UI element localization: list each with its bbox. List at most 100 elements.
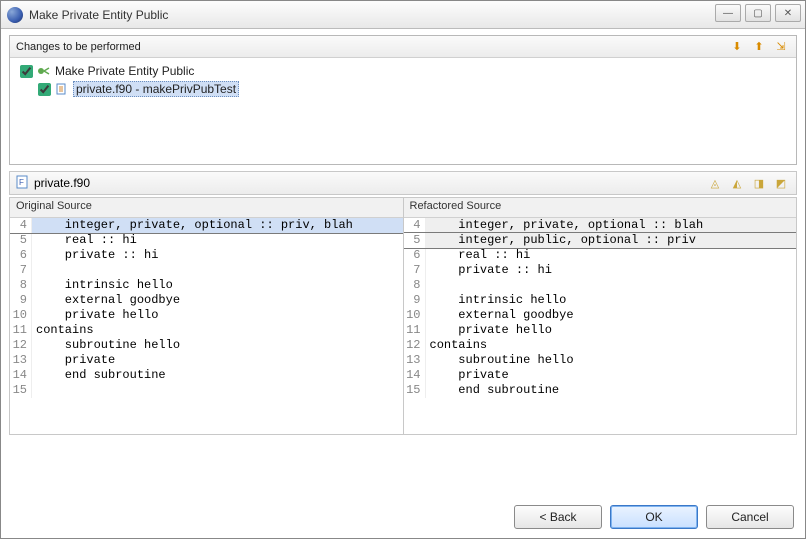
code-line[interactable]: 4 integer, private, optional :: priv, bl… [10, 218, 403, 233]
line-number: 8 [404, 278, 426, 293]
tree-checkbox[interactable] [20, 65, 33, 78]
code-text: contains [32, 323, 94, 338]
line-number: 11 [10, 323, 32, 338]
code-line[interactable]: 15 end subroutine [404, 383, 797, 398]
code-line[interactable]: 13 private [10, 353, 403, 368]
line-number: 8 [10, 278, 32, 293]
code-line[interactable]: 7 [10, 263, 403, 278]
code-line[interactable]: 11contains [10, 323, 403, 338]
code-line[interactable]: 15 [10, 383, 403, 398]
code-text: integer, private, optional :: blah [426, 218, 704, 233]
code-text: private [426, 368, 509, 383]
code-text: integer, public, optional :: priv [426, 233, 696, 248]
code-text: real :: hi [32, 233, 137, 248]
minimize-button[interactable]: — [715, 4, 741, 22]
prev-change-icon[interactable]: ⬆ [750, 38, 768, 56]
tree-item-file[interactable]: private.f90 - makePrivPubTest [16, 80, 790, 98]
code-line[interactable]: 11 private hello [404, 323, 797, 338]
code-line[interactable]: 10 private hello [10, 308, 403, 323]
code-line[interactable]: 4 integer, private, optional :: blah [404, 218, 797, 233]
code-text [32, 383, 36, 398]
code-text: private [32, 353, 115, 368]
code-text: end subroutine [426, 383, 560, 398]
line-number: 11 [404, 323, 426, 338]
tree-item-root[interactable]: Make Private Entity Public [16, 62, 790, 80]
window-buttons: — ▢ ✕ [715, 4, 801, 22]
code-text: subroutine hello [426, 353, 574, 368]
code-text: real :: hi [426, 248, 531, 263]
ok-button[interactable]: OK [610, 505, 698, 529]
line-number: 7 [404, 263, 426, 278]
code-text: private hello [32, 308, 158, 323]
changes-toolbar: ⬇ ⬆ ⇲ [728, 38, 790, 56]
line-number: 5 [404, 233, 426, 248]
code-text: external goodbye [32, 293, 180, 308]
line-number: 9 [10, 293, 32, 308]
code-text: intrinsic hello [426, 293, 567, 308]
code-text: private hello [426, 323, 552, 338]
refactored-source-code[interactable]: 4 integer, private, optional :: blah5 in… [404, 218, 797, 434]
code-text: external goodbye [426, 308, 574, 323]
code-text: contains [426, 338, 488, 353]
original-source-pane: Original Source 4 integer, private, opti… [10, 198, 403, 434]
compare-toolbar: ◬ ◭ ◨ ◩ [706, 174, 790, 192]
code-line[interactable]: 5 real :: hi [10, 233, 403, 248]
line-number: 10 [404, 308, 426, 323]
code-text: private :: hi [32, 248, 158, 263]
filter-icon[interactable]: ⇲ [772, 38, 790, 56]
code-line[interactable]: 13 subroutine hello [404, 353, 797, 368]
back-button[interactable]: < Back [514, 505, 602, 529]
code-text [32, 263, 36, 278]
tree-item-label: private.f90 - makePrivPubTest [73, 81, 239, 97]
line-number: 15 [10, 383, 32, 398]
line-number: 13 [404, 353, 426, 368]
line-number: 6 [404, 248, 426, 263]
refactored-source-header: Refactored Source [404, 198, 797, 218]
line-number: 4 [10, 218, 32, 233]
original-source-code[interactable]: 4 integer, private, optional :: priv, bl… [10, 218, 403, 434]
code-line[interactable]: 14 end subroutine [10, 368, 403, 383]
code-line[interactable]: 6 private :: hi [10, 248, 403, 263]
cancel-button[interactable]: Cancel [706, 505, 794, 529]
diff-viewer: Original Source 4 integer, private, opti… [9, 197, 797, 435]
code-line[interactable]: 8 intrinsic hello [10, 278, 403, 293]
code-line[interactable]: 12 subroutine hello [10, 338, 403, 353]
line-number: 9 [404, 293, 426, 308]
filename-area: F private.f90 [16, 175, 706, 192]
code-line[interactable]: 7 private :: hi [404, 263, 797, 278]
maximize-button[interactable]: ▢ [745, 4, 771, 22]
code-line[interactable]: 5 integer, public, optional :: priv [404, 233, 797, 248]
code-text: private :: hi [426, 263, 552, 278]
line-number: 4 [404, 218, 426, 233]
next-change-icon[interactable]: ⬇ [728, 38, 746, 56]
code-line[interactable]: 14 private [404, 368, 797, 383]
svg-text:F: F [19, 178, 24, 187]
code-text: subroutine hello [32, 338, 180, 353]
code-text [426, 278, 430, 293]
code-line[interactable]: 9 external goodbye [10, 293, 403, 308]
compare-nav-icon[interactable]: ◬ [706, 174, 724, 192]
code-line[interactable]: 8 [404, 278, 797, 293]
dialog-content: Changes to be performed ⬇ ⬆ ⇲ Make Priva… [1, 29, 805, 435]
line-number: 13 [10, 353, 32, 368]
compare-copy-icon[interactable]: ◩ [772, 174, 790, 192]
close-button[interactable]: ✕ [775, 4, 801, 22]
compare-nav-icon[interactable]: ◭ [728, 174, 746, 192]
line-number: 12 [10, 338, 32, 353]
file-bar: F private.f90 ◬ ◭ ◨ ◩ [9, 171, 797, 195]
line-number: 6 [10, 248, 32, 263]
code-line[interactable]: 10 external goodbye [404, 308, 797, 323]
fortran-file-icon: F [16, 175, 30, 192]
line-number: 7 [10, 263, 32, 278]
file-change-icon [55, 82, 69, 96]
compare-copy-icon[interactable]: ◨ [750, 174, 768, 192]
code-line[interactable]: 9 intrinsic hello [404, 293, 797, 308]
code-line[interactable]: 6 real :: hi [404, 248, 797, 263]
line-number: 5 [10, 233, 32, 248]
tree-checkbox[interactable] [38, 83, 51, 96]
code-text: end subroutine [32, 368, 166, 383]
tree-item-label: Make Private Entity Public [55, 64, 194, 78]
code-line[interactable]: 12contains [404, 338, 797, 353]
line-number: 15 [404, 383, 426, 398]
changes-tree[interactable]: Make Private Entity Public private.f90 -… [10, 58, 796, 164]
